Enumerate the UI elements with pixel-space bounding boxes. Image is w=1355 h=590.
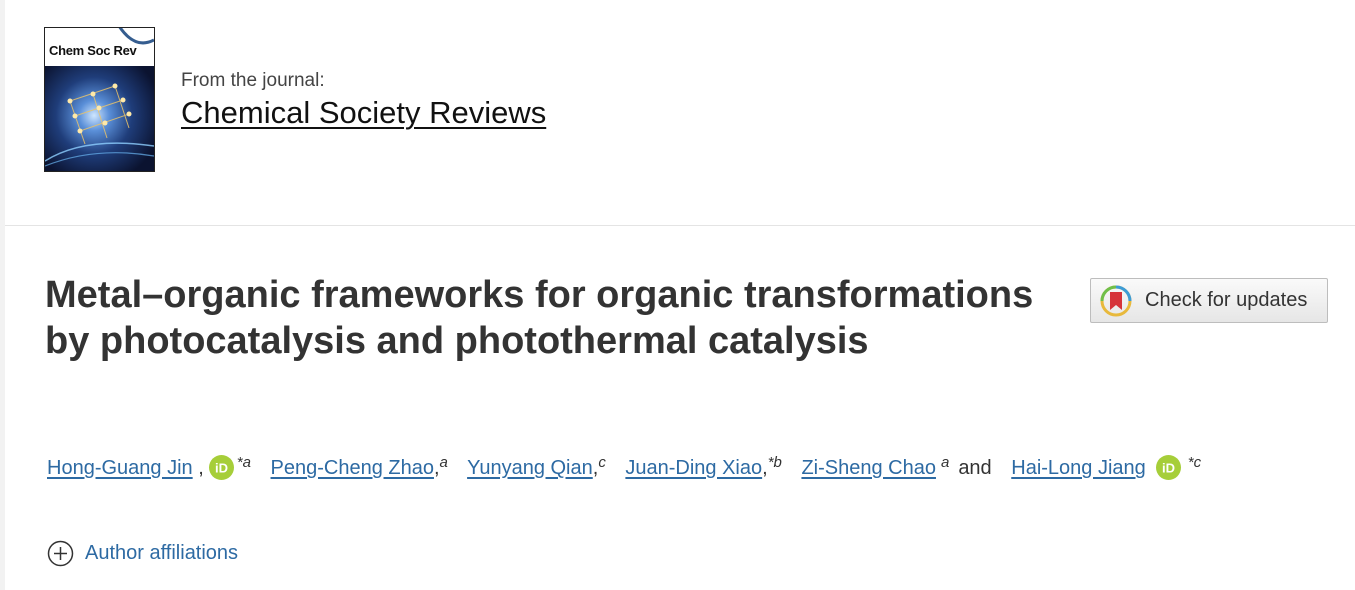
- svg-text:iD: iD: [1162, 461, 1175, 476]
- author-link-zi-sheng-chao[interactable]: Zi-Sheng Chao: [801, 457, 936, 479]
- article-title: Metal–organic frameworks for organic tra…: [45, 274, 1034, 362]
- affiliation-mark: a: [439, 454, 448, 471]
- affiliation-mark: c: [1193, 454, 1202, 471]
- author-link-yunyang-qian[interactable]: Yunyang Qian: [467, 457, 593, 479]
- affiliation-mark: a: [242, 454, 251, 471]
- cover-artwork: [45, 66, 154, 171]
- journal-cover-image[interactable]: Chem Soc Rev: [44, 27, 155, 172]
- cover-swoosh-icon: [118, 28, 154, 45]
- author-link-peng-cheng-zhao[interactable]: Peng-Cheng Zhao: [271, 457, 434, 479]
- author-affiliations-label: Author affiliations: [85, 542, 239, 564]
- journal-header: Chem Soc Rev From the journal: Chemical …: [5, 0, 1355, 226]
- author-link-hong-guang-jin[interactable]: Hong-Guang Jin: [47, 457, 193, 479]
- check-for-updates-button[interactable]: Check for updates: [1090, 278, 1328, 323]
- orcid-icon[interactable]: iD: [208, 455, 234, 480]
- plus-circle-icon: [47, 540, 74, 567]
- author-list: Hong-Guang Jin , iD *a Peng-Cheng Zhao,a Y…: [47, 454, 1202, 480]
- author-link-juan-ding-xiao[interactable]: Juan-Ding Xiao: [625, 457, 762, 479]
- journal-name-link[interactable]: Chemical Society Reviews: [181, 95, 546, 131]
- cover-lattice-icon: [45, 83, 154, 167]
- check-for-updates-label: Check for updates: [1145, 289, 1308, 311]
- affiliation-mark: a: [940, 454, 950, 471]
- crossmark-icon: [1100, 285, 1132, 316]
- orcid-icon[interactable]: iD: [1155, 455, 1181, 480]
- affiliation-mark: b: [773, 454, 782, 471]
- authors-conjunction: and: [958, 457, 992, 479]
- from-journal-label: From the journal:: [181, 70, 325, 91]
- author-link-hai-long-jiang[interactable]: Hai-Long Jiang: [1011, 457, 1146, 479]
- affiliation-mark: c: [598, 454, 606, 471]
- svg-text:iD: iD: [215, 461, 228, 476]
- author-affiliations-toggle[interactable]: Author affiliations: [47, 540, 238, 567]
